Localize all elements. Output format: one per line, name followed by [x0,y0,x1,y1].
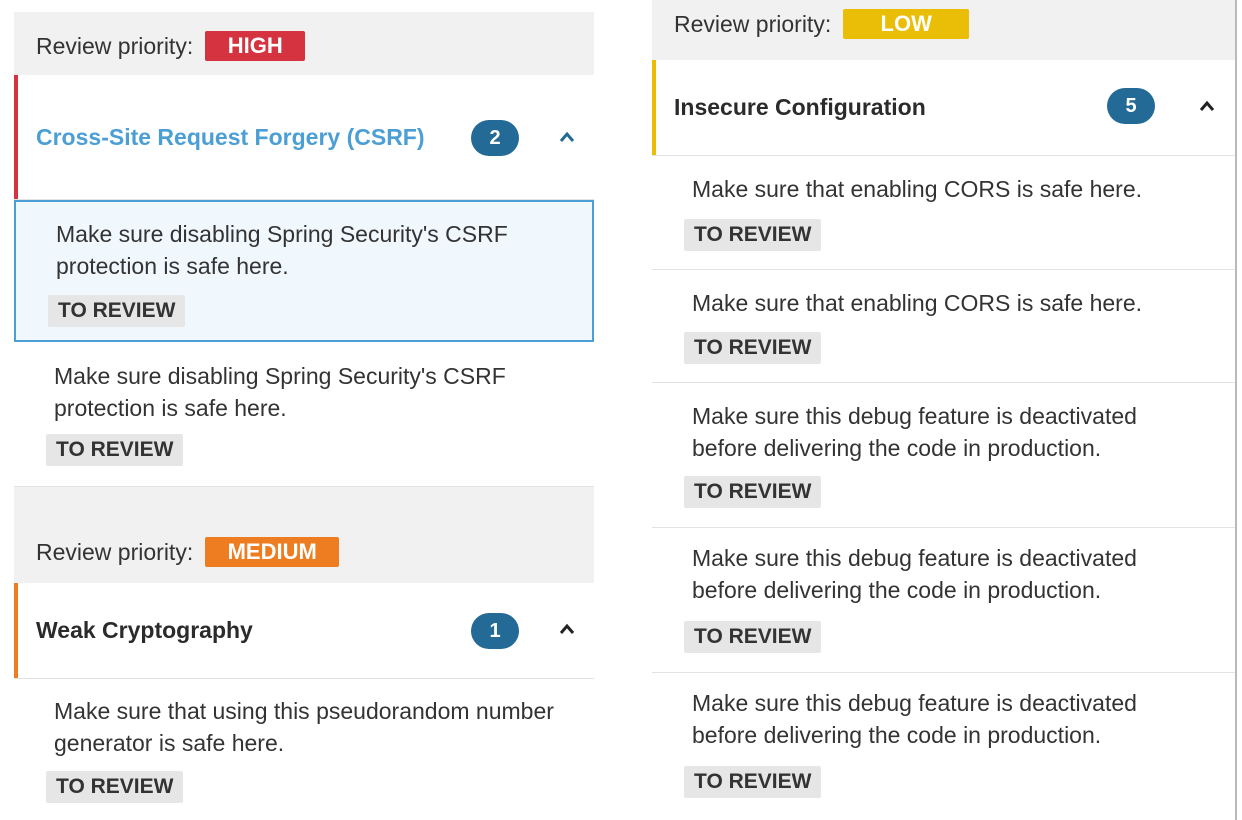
hotspot-status: TO REVIEW [684,219,822,251]
hotspot-item[interactable]: Make sure this debug feature is deactiva… [652,383,1235,528]
priority-label: Review priority: [674,10,832,37]
priority-label: Review priority: [36,32,194,59]
category-title: Cross-Site Request Forgery (CSRF) [36,123,425,150]
category-accent [14,75,18,199]
hotspot-status: TO REVIEW [684,332,822,364]
chevron-up-icon[interactable] [555,125,579,149]
hotspot-status: TO REVIEW [684,476,822,508]
hotspot-list-left: Review priority: HIGH Cross-Site Request… [14,12,594,820]
hotspot-status: TO REVIEW [46,771,184,803]
chevron-up-icon[interactable] [555,617,579,641]
hotspot-message: Make sure that using this pseudorandom n… [54,698,554,756]
hotspot-message: Make sure that enabling CORS is safe her… [692,290,1143,316]
priority-badge-low: LOW [843,9,970,39]
hotspot-message: Make sure this debug feature is deactiva… [692,403,1137,461]
hotspot-status: TO REVIEW [46,434,184,466]
category-title: Insecure Configuration [674,94,926,120]
hotspot-count-badge: 5 [1107,88,1155,124]
hotspot-item-selected[interactable]: Make sure disabling Spring Security's CS… [14,200,594,342]
priority-badge-medium: MEDIUM [205,537,340,567]
hotspot-message: Make sure disabling Spring Security's CS… [54,363,506,421]
category-weak-cryptography[interactable]: Weak Cryptography 1 [14,583,594,679]
hotspot-count-badge: 1 [471,613,519,649]
priority-header-low: Review priority: LOW [652,4,1235,44]
hotspot-message: Make sure that enabling CORS is safe her… [692,176,1143,202]
hotspot-message: Make sure disabling Spring Security's CS… [56,221,508,279]
priority-header-high: Review priority: HIGH [14,26,594,66]
hotspot-status: TO REVIEW [684,621,822,653]
chevron-up-icon[interactable] [1195,94,1219,118]
priority-header-medium: Review priority: MEDIUM [14,532,594,572]
hotspot-item[interactable]: Make sure that enabling CORS is safe her… [652,270,1235,383]
hotspot-item[interactable]: Make sure that enabling CORS is safe her… [652,156,1235,270]
category-accent [652,60,656,155]
category-title: Weak Cryptography [36,617,253,643]
category-accent [14,583,18,678]
hotspot-item[interactable]: Make sure disabling Spring Security's CS… [14,342,594,487]
category-insecure-configuration[interactable]: Insecure Configuration 5 [652,60,1235,156]
hotspot-list-right: Review priority: LOW Insecure Configurat… [652,0,1237,820]
hotspot-item[interactable]: Make sure that using this pseudorandom n… [14,679,594,820]
priority-label: Review priority: [36,538,194,565]
priority-badge-high: HIGH [205,31,306,61]
hotspot-message: Make sure this debug feature is deactiva… [692,690,1137,748]
hotspot-message: Make sure this debug feature is deactiva… [692,545,1137,603]
category-csrf[interactable]: Cross-Site Request Forgery (CSRF) 2 [14,75,594,200]
hotspot-item[interactable]: Make sure this debug feature is deactiva… [652,528,1235,673]
hotspot-count-badge: 2 [471,120,519,156]
hotspot-status: TO REVIEW [48,295,186,327]
hotspot-status: TO REVIEW [684,766,822,798]
hotspot-item[interactable]: Make sure this debug feature is deactiva… [652,673,1235,820]
